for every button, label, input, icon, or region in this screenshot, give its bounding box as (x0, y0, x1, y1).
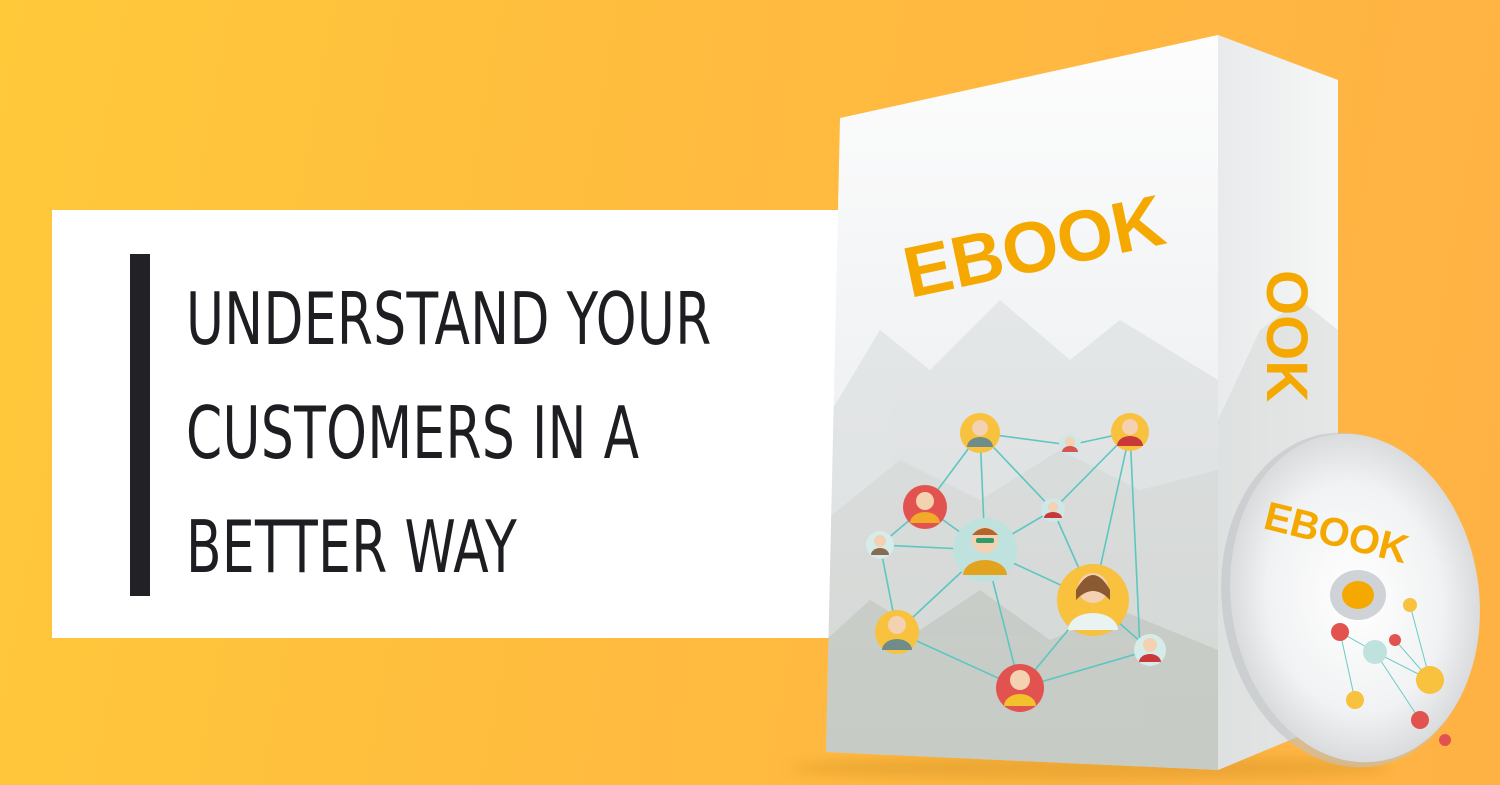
avatar (1134, 634, 1166, 666)
avatar (875, 610, 919, 654)
avatar (960, 413, 1000, 453)
avatar (953, 518, 1017, 582)
ebook-product-illustration: EBOOK OOK EBOOK (790, 35, 1480, 780)
spine-title: OOK (1254, 270, 1319, 402)
avatar (866, 531, 894, 559)
avatar (1059, 434, 1081, 456)
avatar (903, 485, 947, 529)
avatar (1111, 413, 1149, 451)
avatar (996, 664, 1044, 712)
avatar (1057, 564, 1129, 636)
avatar (1041, 498, 1065, 522)
